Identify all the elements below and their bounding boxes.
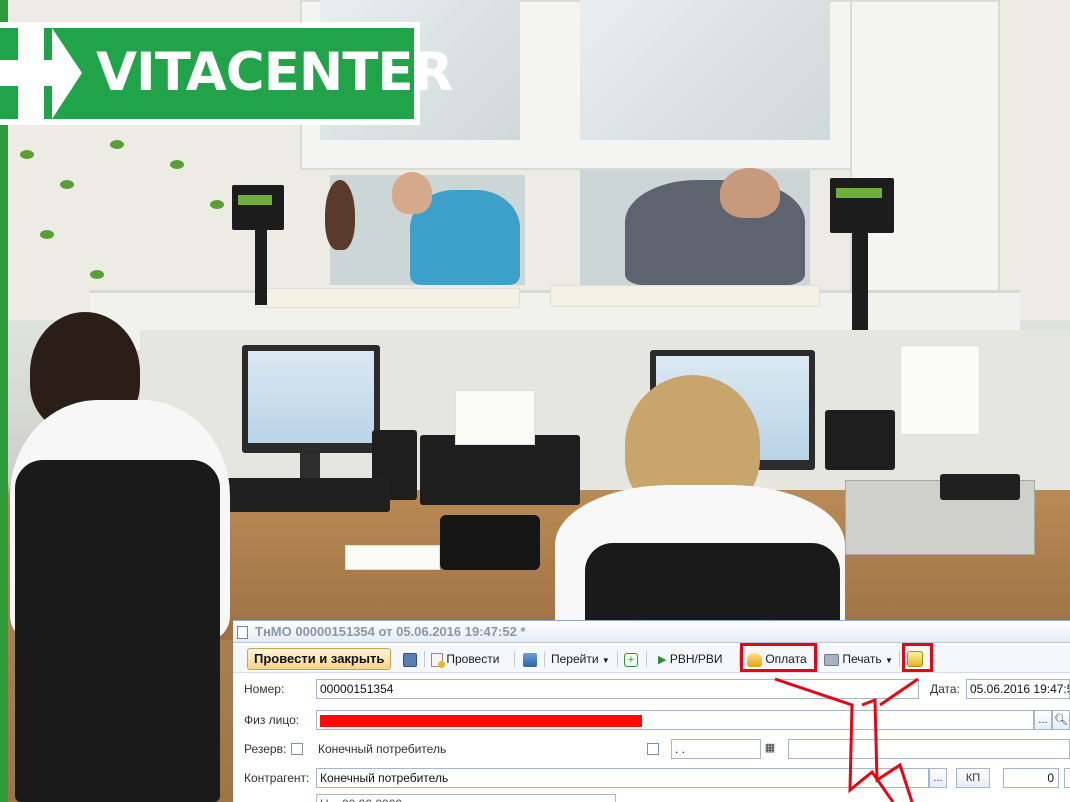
- print-label: Печать: [842, 652, 882, 666]
- document-toolbar: Провести и закрыть Провести Перейти ▼ + …: [233, 643, 1070, 673]
- number-label: Номер:: [244, 682, 285, 696]
- number-field[interactable]: 00000151354: [316, 679, 919, 699]
- display-pole: [852, 233, 868, 333]
- side-window: [850, 0, 1000, 300]
- customer-head: [720, 168, 780, 218]
- plant-leaf: [210, 200, 224, 209]
- logo-text: VITACENTER: [96, 42, 453, 103]
- date-checkbox[interactable]: [647, 743, 659, 755]
- structure-button[interactable]: [523, 649, 537, 669]
- print-menu[interactable]: Печать ▼: [824, 649, 893, 669]
- document-titlebar: ТнМО 00000151354 от 05.06.2016 19:47:52 …: [233, 621, 1070, 643]
- goto-menu[interactable]: Перейти ▼: [551, 649, 610, 669]
- document-title: ТнМО 00000151354 от 05.06.2016 19:47:52 …: [255, 624, 526, 639]
- goto-label: Перейти: [551, 652, 599, 666]
- partial-field[interactable]: Н... 00.00.0000: [316, 794, 616, 802]
- play-icon: ▶: [658, 654, 667, 666]
- calendar-icon: ▦: [764, 742, 776, 754]
- partial-row: Н... 00.00.0000: [233, 793, 1070, 802]
- number-row: Номер: 00000151354 Дата: 05.06.2016 19:4…: [233, 678, 1070, 700]
- person-row: Физ лицо: ... 🔍︎: [233, 709, 1070, 731]
- barcode-printer: [825, 410, 895, 470]
- counterparty-field[interactable]: Конечный потребитель: [316, 768, 929, 788]
- kp-button[interactable]: КП: [956, 768, 990, 788]
- printer-icon: [824, 653, 839, 666]
- desk-phone: [440, 515, 540, 570]
- customer-head: [392, 172, 432, 214]
- security-button[interactable]: +: [624, 649, 638, 669]
- date-field[interactable]: 05.06.2016 19:47:5: [966, 679, 1070, 699]
- plant-leaf: [60, 180, 74, 189]
- calculator: [940, 474, 1020, 500]
- rvn-label: РВН/РВИ: [669, 652, 723, 666]
- document-icon: [237, 626, 248, 639]
- plant-leaf: [90, 270, 104, 279]
- post-and-close-button[interactable]: Провести и закрыть: [247, 648, 392, 670]
- customer-display: [830, 178, 894, 233]
- document-icon: [431, 652, 445, 668]
- rvn-button[interactable]: ▶ РВН/РВИ: [658, 649, 722, 669]
- search-button[interactable]: 🔍︎: [1052, 710, 1070, 730]
- date-small-field[interactable]: . .: [671, 739, 761, 759]
- desk-paper: [345, 545, 440, 570]
- search-icon: 🔍︎: [1054, 714, 1068, 726]
- counterparty-label: Контрагент:: [244, 771, 310, 785]
- receipt-printer: [420, 435, 580, 505]
- kp-field[interactable]: 0: [1003, 768, 1059, 788]
- reserve-extra-field[interactable]: [788, 739, 1070, 759]
- goto-icon: [523, 652, 537, 667]
- reserve-label: Резерв:: [244, 742, 287, 756]
- save-icon: [403, 652, 417, 667]
- reserve-row: Резерв: Конечный потребитель . . ▦: [233, 738, 1070, 760]
- extra-field[interactable]: [1064, 768, 1070, 788]
- plant-leaf: [110, 140, 124, 149]
- monitor-left: [242, 345, 380, 453]
- redaction-bar: [320, 715, 642, 727]
- shield-icon: +: [624, 652, 638, 667]
- post-button[interactable]: Провести: [431, 649, 499, 669]
- calendar-button[interactable]: ▦: [761, 739, 779, 759]
- payment-highlight: [740, 643, 817, 672]
- plant-leaf: [20, 150, 34, 159]
- select-button[interactable]: ...: [1034, 710, 1052, 730]
- plant-leaf: [40, 230, 54, 239]
- counterparty-row: Контрагент: Конечный потребитель ... КП …: [233, 767, 1070, 789]
- reserve-checkbox[interactable]: [291, 743, 303, 755]
- plant-leaf: [170, 160, 184, 169]
- keyboard: [210, 478, 390, 512]
- chevron-down-icon: ▼: [885, 656, 893, 665]
- vitacenter-logo: VITACENTER: [0, 22, 453, 125]
- medical-cross-icon: [0, 28, 86, 119]
- window-pane: [580, 0, 830, 140]
- note-sheet: [455, 390, 535, 445]
- customer-display: [232, 185, 284, 230]
- counterparty-select-button[interactable]: ...: [929, 768, 947, 788]
- post-label: Провести: [446, 652, 500, 666]
- document-form: ТнМО 00000151354 от 05.06.2016 19:47:52 …: [233, 620, 1070, 802]
- chevron-down-icon: ▼: [601, 656, 610, 665]
- reserve-value: Конечный потребитель: [318, 742, 447, 756]
- database-highlight: [902, 643, 933, 672]
- cash-tray: [550, 285, 820, 307]
- cash-tray: [255, 288, 520, 308]
- customer-head: [325, 180, 355, 250]
- office-chair-left: [15, 460, 220, 802]
- person-label: Физ лицо:: [244, 713, 300, 727]
- save-button[interactable]: [403, 649, 417, 669]
- display-pole: [255, 230, 267, 305]
- price-sheet: [900, 345, 980, 435]
- date-label: Дата:: [930, 682, 960, 696]
